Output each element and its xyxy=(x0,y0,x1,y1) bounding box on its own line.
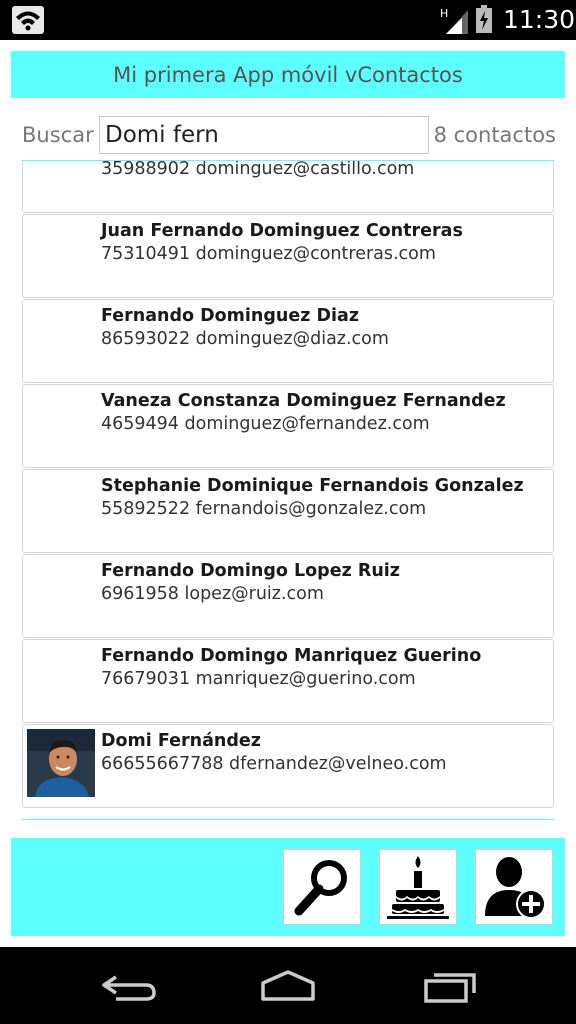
divider xyxy=(22,819,554,820)
contact-name: Vaneza Constanza Dominguez Fernandez xyxy=(101,391,506,411)
contact-phone-email: 66655667788 dfernandez@velneo.com xyxy=(101,754,447,774)
status-bar: H 11:30 xyxy=(0,0,576,40)
status-time: 11:30 xyxy=(503,5,576,34)
contact-card[interactable]: Domi Fernández 66655667788 dfernandez@ve… xyxy=(22,724,554,808)
bottom-toolbar xyxy=(11,838,565,936)
recent-apps-icon xyxy=(424,973,476,1003)
contact-list-content: 35988902 dominguez@castillo.com Juan Fer… xyxy=(22,161,555,809)
app-screen: H 11:30 Mi primera App móvil vContactos … xyxy=(0,0,576,1024)
contact-card[interactable]: Fernando Domingo Lopez Ruiz 6961958 lope… xyxy=(22,554,554,638)
contact-photo xyxy=(27,729,95,797)
signal-icon: H xyxy=(440,7,468,34)
birthdays-button[interactable] xyxy=(379,849,457,925)
contact-phone-email: 6961958 lopez@ruiz.com xyxy=(101,584,324,604)
wifi-icon xyxy=(12,6,44,34)
search-icon xyxy=(294,860,347,916)
back-button[interactable] xyxy=(96,967,160,1007)
home-icon xyxy=(261,970,315,1001)
contact-phone-email: 75310491 dominguez@contreras.com xyxy=(101,244,436,264)
contact-card[interactable]: Stephanie Dominique Fernandois Gonzalez … xyxy=(22,469,554,553)
add-contact-button[interactable] xyxy=(475,849,553,925)
search-row: Buscar 8 contactos xyxy=(22,116,556,154)
recent-apps-button[interactable] xyxy=(416,967,480,1007)
contact-name: Juan Fernando Dominguez Contreras xyxy=(101,221,463,241)
add-contact-icon xyxy=(485,857,546,919)
contact-card[interactable]: Juan Fernando Dominguez Contreras 753104… xyxy=(22,214,554,298)
contact-list[interactable]: 35988902 dominguez@castillo.com Juan Fer… xyxy=(22,161,555,813)
contact-phone-email: 35988902 dominguez@castillo.com xyxy=(101,161,415,179)
contact-card[interactable]: 35988902 dominguez@castillo.com xyxy=(22,161,554,213)
contact-phone-email: 86593022 dominguez@diaz.com xyxy=(101,329,389,349)
home-button[interactable] xyxy=(256,967,320,1007)
contact-count: 8 contactos xyxy=(433,123,556,147)
contact-name: Fernando Dominguez Diaz xyxy=(101,306,360,326)
navigation-bar xyxy=(0,947,576,1024)
contact-name: Fernando Domingo Manriquez Guerino xyxy=(101,646,482,666)
back-icon xyxy=(102,975,156,1001)
search-label: Buscar xyxy=(22,123,94,147)
birthday-cake-icon xyxy=(387,856,449,919)
contact-phone-email: 76679031 manriquez@guerino.com xyxy=(101,669,416,689)
contact-card[interactable]: Vaneza Constanza Dominguez Fernandez 465… xyxy=(22,384,554,468)
contact-phone-email: 55892522 fernandois@gonzalez.com xyxy=(101,499,427,519)
contact-card[interactable]: Fernando Domingo Manriquez Guerino 76679… xyxy=(22,639,554,723)
contact-name: Stephanie Dominique Fernandois Gonzalez xyxy=(101,476,524,496)
contact-name: Domi Fernández xyxy=(101,731,261,751)
app-title-bar: Mi primera App móvil vContactos xyxy=(11,51,565,98)
contact-card[interactable]: Fernando Dominguez Diaz 86593022 domingu… xyxy=(22,299,554,383)
search-input[interactable] xyxy=(99,116,429,154)
battery-icon xyxy=(476,5,492,33)
network-label: H xyxy=(440,7,448,20)
app-title: Mi primera App móvil vContactos xyxy=(113,62,463,87)
search-button[interactable] xyxy=(283,849,361,925)
contact-phone-email: 4659494 dominguez@fernandez.com xyxy=(101,414,430,434)
contact-name: Fernando Domingo Lopez Ruiz xyxy=(101,561,400,581)
